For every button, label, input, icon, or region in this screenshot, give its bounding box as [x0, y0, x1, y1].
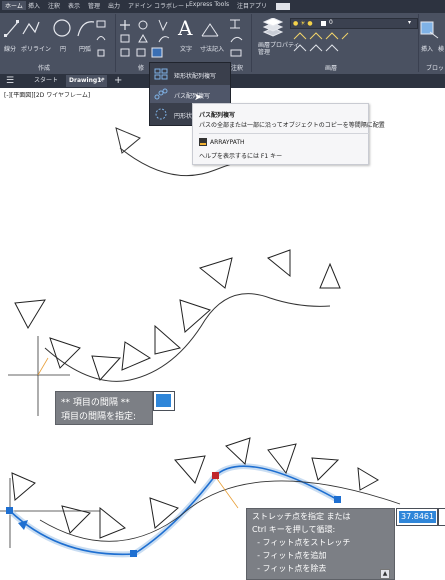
draw-panel-title[interactable]: 作成: [38, 63, 50, 73]
polyline-label: ポリライン: [21, 46, 52, 53]
path-array-label: パス配列複写: [174, 93, 211, 100]
stretch-option[interactable]: - フィット点をストレッチ: [252, 537, 350, 548]
layer-dropdown[interactable]: ● ☀ ● 0 ▾: [290, 18, 418, 29]
prompt2-line-1: ストレッチ点を指定 または: [252, 512, 351, 521]
layers-panel-title[interactable]: 画層: [325, 63, 337, 73]
modify-panel-title[interactable]: 修: [138, 63, 144, 73]
tab-insert[interactable]: 挿入: [28, 1, 40, 10]
insert-extra-label: 検: [438, 46, 445, 53]
arc-icon[interactable]: [76, 18, 96, 38]
distance-value: 37.8461: [399, 511, 437, 523]
array-path[interactable]: [44, 293, 331, 382]
layer-color-swatch: [321, 21, 326, 26]
line-label: 線分: [4, 46, 17, 53]
grip-end[interactable]: [334, 496, 341, 503]
command-icon: [199, 138, 207, 146]
tab-manage[interactable]: 管理: [88, 1, 100, 10]
path-array-item[interactable]: パス配列複写 ➤: [150, 85, 230, 103]
rectangular-array-label: 矩形状配列複写: [174, 73, 217, 80]
lightbulb-icon: ● ☀ ●: [293, 20, 313, 27]
angle-input-field[interactable]: [438, 508, 445, 526]
hamburger-menu-icon[interactable]: ☰: [6, 75, 14, 87]
insert-label: 挿入: [421, 46, 434, 53]
grip-menu-prompt: ストレッチ点を指定 または Ctrl キーを押して循環: - フィット点をストレ…: [246, 508, 395, 580]
tab-featured-apps[interactable]: 注目アプリ: [237, 1, 267, 10]
path-array-icon: [154, 88, 168, 100]
layer-value: 0: [329, 19, 333, 26]
dimension-icon[interactable]: [200, 20, 220, 40]
spacing-input-field[interactable]: [153, 391, 175, 411]
layer-tools-icon[interactable]: [292, 31, 352, 59]
tab-start[interactable]: スタート: [34, 75, 58, 87]
tooltip-divider: [199, 133, 369, 134]
text-tool-icon[interactable]: A: [178, 16, 192, 40]
distance-input-field[interactable]: 37.8461: [396, 508, 438, 526]
line-icon[interactable]: [4, 18, 20, 38]
prompt-line-1: ** 項目の間隔 **: [61, 398, 130, 408]
draw-small-tools-icon[interactable]: [96, 20, 108, 60]
polyline-icon[interactable]: [21, 18, 41, 38]
tab-annotate[interactable]: 注釈: [48, 1, 60, 10]
polar-array-icon: [155, 108, 167, 120]
rectangular-array-icon: [154, 68, 168, 80]
toggle-icon[interactable]: [276, 3, 290, 10]
circle-icon[interactable]: [52, 18, 72, 38]
add-vertex-option[interactable]: - フィット点を追加: [252, 550, 326, 561]
tab-collaborate[interactable]: コラボレート: [154, 1, 190, 10]
add-tab-icon[interactable]: +: [114, 75, 122, 87]
prompt2-line-2: Ctrl キーを押して循環:: [252, 525, 336, 534]
panel-separator: [251, 14, 252, 72]
annotation-panel-title[interactable]: 注釈: [231, 63, 243, 73]
block-panel-title[interactable]: ブロッ: [426, 63, 444, 73]
tooltip-help: ヘルプを表示するには F1 キー: [199, 153, 283, 160]
tab-view[interactable]: 表示: [68, 1, 80, 10]
circle-label: 円: [60, 46, 67, 53]
tab-home[interactable]: ホーム: [2, 1, 26, 10]
tab-express-tools[interactable]: Express Tools: [189, 1, 229, 8]
tooltip-description: パスの全部または一部に沿ってオブジェクトのコピーを等間隔に配置: [199, 122, 385, 129]
rubber-band-line: [37, 357, 49, 376]
tooltip-command: ARRAYPATH: [210, 139, 245, 146]
layer-properties-icon[interactable]: [262, 18, 284, 38]
command-tooltip: パス配列複写 パスの全部または一部に沿ってオブジェクトのコピーを等間隔に配置 A…: [192, 103, 385, 165]
dimension-label: 寸法記入: [200, 46, 225, 53]
grip-mid[interactable]: [130, 550, 137, 557]
chevron-down-icon: ▾: [408, 19, 412, 26]
insert-block-icon[interactable]: [418, 18, 440, 40]
mouse-cursor-icon: ➤: [194, 92, 203, 103]
tab-addins[interactable]: アドイン: [128, 1, 152, 10]
input-selection: [156, 394, 171, 407]
prompt-line-2: 項目の間隔を指定:: [61, 412, 137, 422]
modify-tools-icon[interactable]: [119, 18, 175, 60]
ribbon-tab-bar: ホーム 挿入 注釈 表示 管理 出力 アドイン コラボレート Express T…: [0, 0, 445, 13]
tooltip-title: パス配列複写: [199, 112, 236, 119]
array-items[interactable]: [14, 249, 341, 381]
dynamic-input-prompt: ** 項目の間隔 ** 項目の間隔を指定:: [55, 391, 153, 425]
grip-start[interactable]: [6, 507, 13, 514]
rectangular-array-item[interactable]: 矩形状配列複写: [150, 65, 230, 83]
text-label: 文字: [180, 46, 193, 53]
arc-label: 円弧: [79, 46, 92, 53]
tab-close-icon[interactable]: ×: [99, 75, 104, 87]
grip-active[interactable]: [212, 472, 219, 479]
remove-vertex-option[interactable]: - フィット点を除去: [252, 563, 326, 574]
annotation-small-tools-icon[interactable]: [228, 18, 248, 58]
source-triangle[interactable]: [115, 127, 141, 154]
panel-separator: [115, 14, 116, 72]
tab-output[interactable]: 出力: [108, 1, 120, 10]
